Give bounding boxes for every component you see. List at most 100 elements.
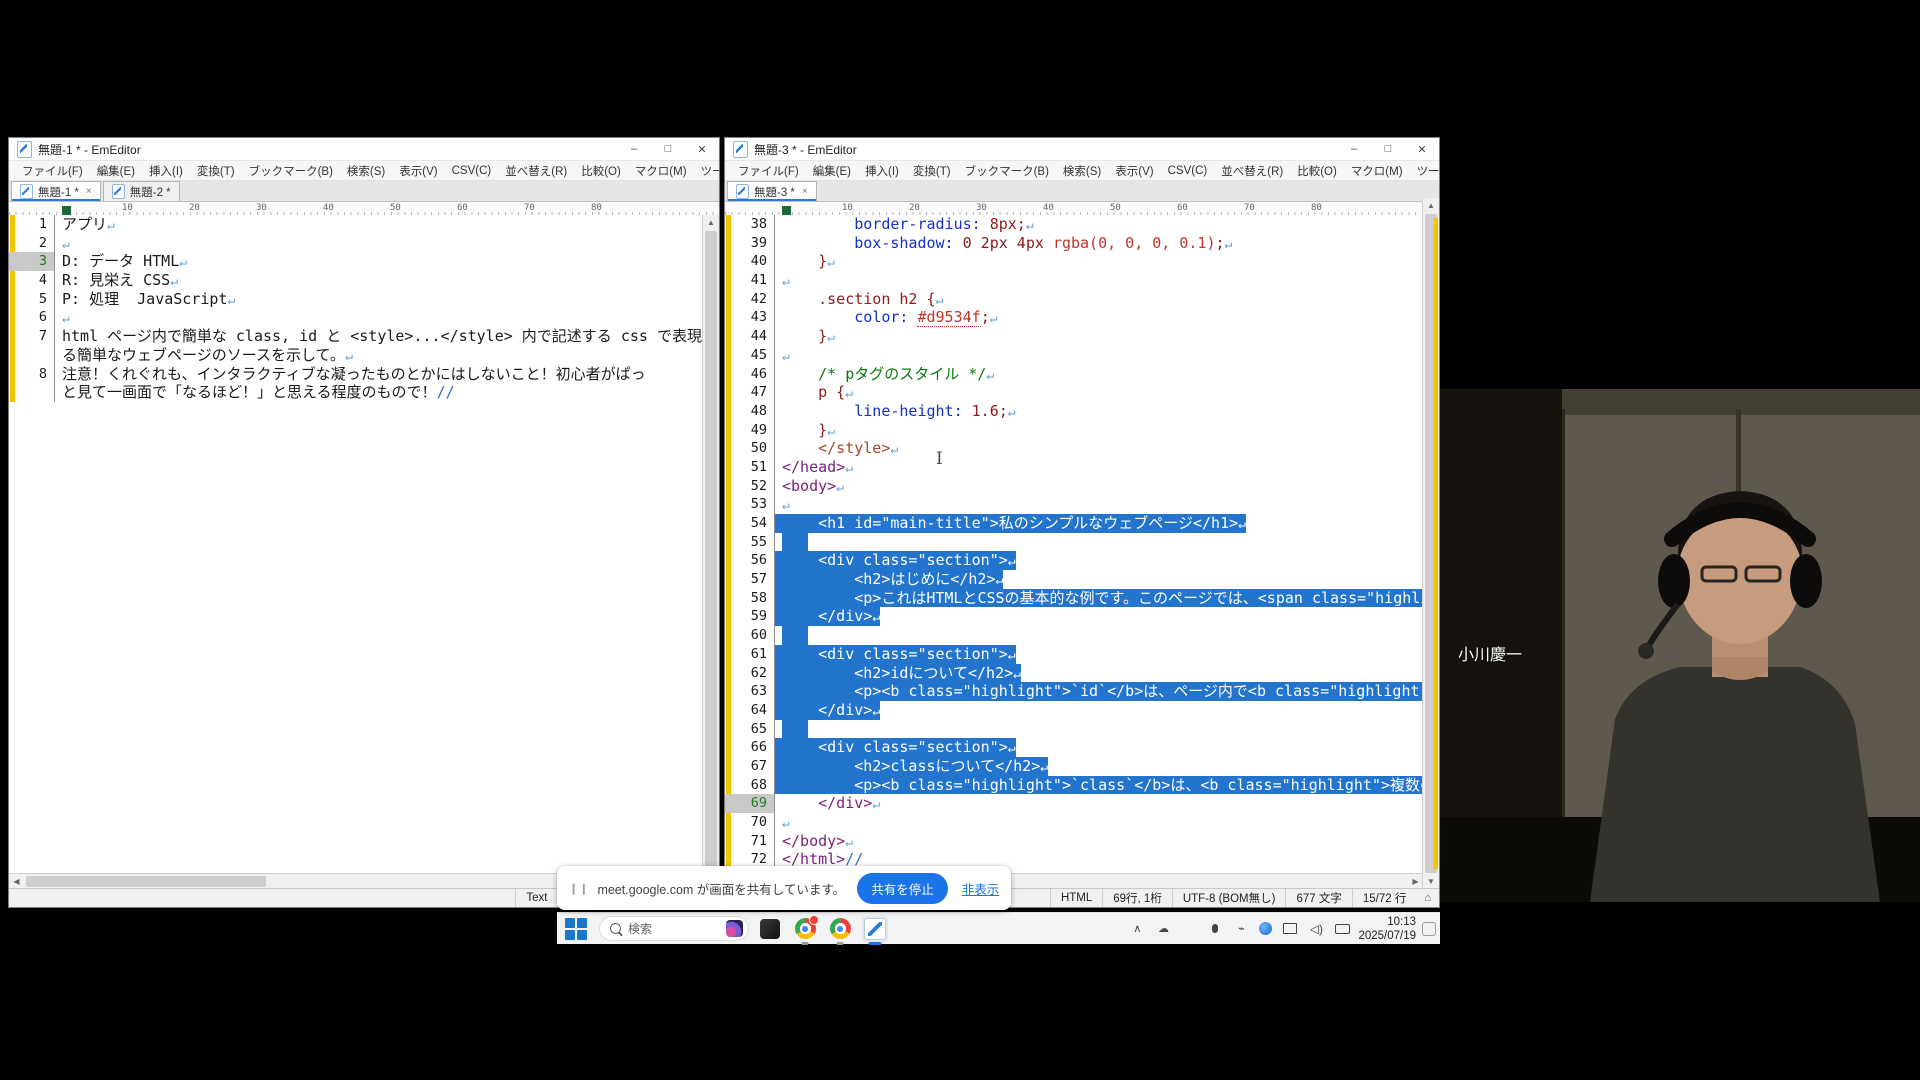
editor-line: 54 <h1 id="main-title">私のシンプルなウェブページ</h1… — [725, 514, 1423, 533]
menu-item[interactable]: CSV(C) — [445, 165, 499, 177]
line-number: 47 — [725, 383, 775, 402]
photos-app-icon[interactable] — [757, 916, 783, 942]
emeditor-window-right: 無題-3 * - EmEditor –□✕ ファイル(F)編集(E)挿入(I)変… — [724, 137, 1440, 908]
editor-text-area[interactable]: 1アプリ↵2↵3D: データ HTML↵4R: 見栄え CSS↵5P: 処理 J… — [9, 215, 719, 873]
menu-item[interactable]: 表示(V) — [1108, 163, 1160, 179]
line-text: <div class="section">↵ — [775, 738, 1016, 757]
editor-line: 50 </style>↵ — [725, 439, 1423, 458]
menu-item[interactable]: 並べ替え(R) — [498, 163, 574, 179]
menu-item[interactable]: マクロ(M) — [628, 163, 694, 179]
start-button[interactable] — [563, 916, 589, 942]
maximize-button[interactable]: □ — [1371, 138, 1405, 160]
colorful-app-icon[interactable] — [1181, 921, 1197, 937]
maximize-button[interactable]: □ — [651, 138, 685, 160]
status-item[interactable]: 677 文字 — [1285, 889, 1351, 907]
cast-screen-icon[interactable] — [1282, 921, 1298, 937]
minimize-button[interactable]: – — [1337, 138, 1371, 160]
line-text: 注意！くれぐれも、インタラクティブな凝ったものとかにはしないこと！初心者がぱっ — [55, 365, 646, 384]
editor-line: 38 border-radius: 8px;↵ — [725, 215, 1423, 234]
scrollbar-change-marks — [1434, 218, 1438, 869]
menu-item[interactable]: 表示(V) — [392, 163, 444, 179]
editor-text-area[interactable]: 38 border-radius: 8px;↵39 box-shadow: 0 … — [725, 215, 1423, 873]
code-segment: <h2>はじめに</h2> — [782, 570, 996, 588]
menu-item[interactable]: 検索(S) — [1056, 163, 1108, 179]
editor-line: る簡単なウェブページのソースを示して。↵ — [9, 346, 719, 365]
document-tab[interactable]: 無題-2 * — [103, 181, 180, 201]
line-text: box-shadow: 0 2px 4px rgba(0, 0, 0, 0.1)… — [775, 234, 1232, 253]
return-mark: ↵ — [827, 255, 835, 270]
line-text: }↵ — [775, 421, 835, 440]
hscroll-thumb[interactable] — [26, 876, 266, 887]
menu-item[interactable]: ファイル(F) — [15, 163, 90, 179]
document-tab[interactable]: 無題-1 *× — [11, 181, 101, 201]
tray-chevron-icon[interactable]: ∧ — [1129, 921, 1145, 937]
scroll-left-arrow[interactable]: ◀ — [9, 877, 24, 886]
line-number: 63 — [725, 682, 775, 701]
vertical-scrollbar[interactable]: ▲ ▼ — [702, 215, 719, 889]
microphone-icon[interactable] — [1207, 921, 1223, 937]
minimize-button[interactable]: – — [617, 138, 651, 160]
status-item[interactable]: 15/72 行 — [1352, 889, 1416, 907]
copilot-icon[interactable] — [1259, 922, 1272, 935]
onedrive-icon[interactable]: ☁ — [1155, 921, 1171, 937]
code-segment: <p><b class="highlight">`id`</b>は、ページ内で<… — [782, 682, 1423, 700]
scroll-down-arrow[interactable]: ▼ — [1423, 874, 1439, 889]
menu-item[interactable]: CSV(C) — [1161, 165, 1215, 177]
menu-item[interactable]: 編集(E) — [806, 163, 858, 179]
menu-item[interactable]: ファイル(F) — [731, 163, 806, 179]
code-segment: D: データ HTML — [62, 252, 179, 270]
menu-item[interactable]: ブックマーク(B) — [958, 163, 1056, 179]
battery-icon[interactable] — [1334, 921, 1350, 937]
vscroll-thumb[interactable] — [705, 231, 717, 873]
vertical-scrollbar[interactable]: ▲ ▼ — [1422, 198, 1439, 889]
ruler-number: 80 — [1311, 203, 1322, 213]
title-bar[interactable]: 無題-3 * - EmEditor –□✕ — [725, 138, 1439, 161]
emeditor-window-left: 無題-1 * - EmEditor –□✕ ファイル(F)編集(E)挿入(I)変… — [8, 137, 720, 908]
status-item[interactable]: UTF-8 (BOM無し) — [1172, 889, 1286, 907]
title-bar[interactable]: 無題-1 * - EmEditor –□✕ — [9, 138, 719, 161]
menu-item[interactable]: 編集(E) — [90, 163, 142, 179]
code-segment: </div> — [782, 607, 872, 625]
speaker-icon[interactable]: ◁) — [1308, 921, 1324, 937]
search-box[interactable]: 検索 — [599, 916, 749, 941]
hide-link[interactable]: 非表示 — [962, 879, 1000, 898]
scroll-right-arrow[interactable]: ▶ — [1408, 877, 1423, 886]
tab-close-icon[interactable]: × — [86, 186, 92, 197]
emeditor-taskbar-icon[interactable] — [862, 916, 888, 942]
close-button[interactable]: ✕ — [685, 138, 719, 160]
menu-item[interactable]: 比較(O) — [574, 163, 628, 179]
document-tab[interactable]: 無題-3 *× — [727, 181, 817, 201]
chrome-meet-icon[interactable] — [827, 916, 853, 942]
menu-item[interactable]: 並べ替え(R) — [1214, 163, 1290, 179]
scroll-up-arrow[interactable]: ▲ — [703, 215, 719, 230]
running-indicator — [802, 942, 809, 945]
line-number: 5 — [9, 290, 55, 309]
tab-close-icon[interactable]: × — [802, 186, 808, 197]
code-segment — [782, 234, 854, 252]
signal-icon[interactable]: ⌁ — [1233, 921, 1249, 937]
taskbar-clock[interactable]: 10:13 2025/07/19 — [1358, 915, 1416, 943]
stop-sharing-button[interactable]: 共有を停止 — [857, 873, 948, 904]
status-notification-icon[interactable]: ⌂ — [1416, 892, 1439, 904]
close-button[interactable]: ✕ — [1405, 138, 1439, 160]
status-item[interactable]: 69行, 1桁 — [1102, 889, 1172, 907]
status-item[interactable]: HTML — [1050, 889, 1102, 907]
editor-line: 7html ページ内で簡単な class, id と <style>...</s… — [9, 327, 719, 346]
chrome-icon[interactable] — [792, 916, 818, 942]
menu-item[interactable]: 検索(S) — [340, 163, 392, 179]
menu-item[interactable]: ツール(L) — [1410, 163, 1439, 179]
menu-item[interactable]: 挿入(I) — [858, 163, 906, 179]
menu-item[interactable]: 挿入(I) — [142, 163, 190, 179]
menu-item[interactable]: ブックマーク(B) — [242, 163, 340, 179]
menu-item[interactable]: ツール(L) — [694, 163, 719, 179]
return-mark: ↵ — [179, 255, 187, 270]
notification-center-icon[interactable] — [1422, 922, 1436, 936]
menu-item[interactable]: 比較(O) — [1290, 163, 1344, 179]
menu-item[interactable]: 変換(T) — [906, 163, 958, 179]
status-item[interactable]: Text — [515, 889, 557, 907]
menu-item[interactable]: 変換(T) — [190, 163, 242, 179]
menu-item[interactable]: マクロ(M) — [1344, 163, 1410, 179]
tab-label: 無題-2 * — [130, 184, 171, 200]
tab-bar: 無題-1 *× 無題-2 * — [9, 181, 719, 202]
scroll-up-arrow[interactable]: ▲ — [1423, 198, 1439, 213]
